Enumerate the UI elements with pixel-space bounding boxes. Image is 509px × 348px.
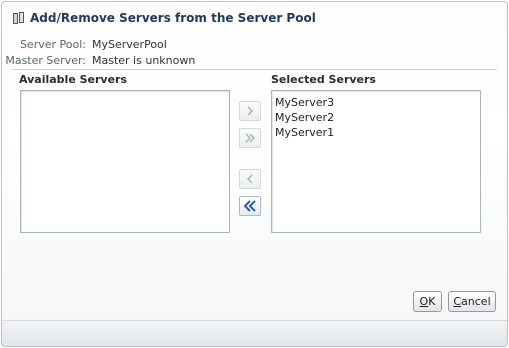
server-pool-icon bbox=[12, 11, 26, 25]
dialog-footer bbox=[2, 320, 507, 346]
move-all-left-icon bbox=[243, 200, 256, 212]
available-servers-list[interactable] bbox=[20, 90, 230, 233]
cancel-label: ancel bbox=[461, 295, 491, 308]
server-pool-row: Server Pool: MyServerPool bbox=[2, 37, 202, 52]
ok-mnemonic: O bbox=[419, 295, 429, 308]
list-item[interactable]: MyServer3 bbox=[272, 95, 480, 110]
move-left-icon bbox=[247, 174, 253, 184]
dialog-title: Add/Remove Servers from the Server Pool bbox=[30, 11, 316, 25]
server-pool-label: Server Pool: bbox=[19, 38, 86, 51]
move-all-right-icon bbox=[245, 133, 255, 143]
cancel-button[interactable]: Cancel bbox=[448, 291, 496, 312]
master-server-label: Master Server: bbox=[5, 54, 86, 67]
add-remove-servers-dialog: Add/Remove Servers from the Server Pool … bbox=[1, 1, 508, 347]
header-separator bbox=[12, 69, 497, 70]
remove-all-button[interactable] bbox=[239, 196, 261, 216]
selected-servers-header: Selected Servers bbox=[271, 73, 376, 86]
dialog-title-bar: Add/Remove Servers from the Server Pool bbox=[12, 10, 316, 26]
list-item[interactable]: MyServer2 bbox=[272, 110, 480, 125]
pool-info: Server Pool: MyServerPool Master Server:… bbox=[2, 37, 202, 69]
cancel-mnemonic: C bbox=[453, 295, 462, 308]
server-pool-value: MyServerPool bbox=[92, 38, 167, 51]
ok-button[interactable]: OK bbox=[413, 291, 442, 312]
move-all-button[interactable] bbox=[239, 128, 261, 148]
move-right-icon bbox=[247, 106, 253, 116]
ok-label: K bbox=[428, 295, 436, 308]
master-server-row: Master Server: Master is unknown bbox=[2, 53, 202, 68]
move-button[interactable] bbox=[239, 101, 261, 121]
list-item[interactable]: MyServer1 bbox=[272, 125, 480, 140]
master-server-value: Master is unknown bbox=[92, 54, 196, 67]
available-servers-header: Available Servers bbox=[19, 73, 128, 86]
selected-servers-list[interactable]: MyServer3 MyServer2 MyServer1 bbox=[271, 90, 481, 233]
remove-button[interactable] bbox=[239, 169, 261, 189]
